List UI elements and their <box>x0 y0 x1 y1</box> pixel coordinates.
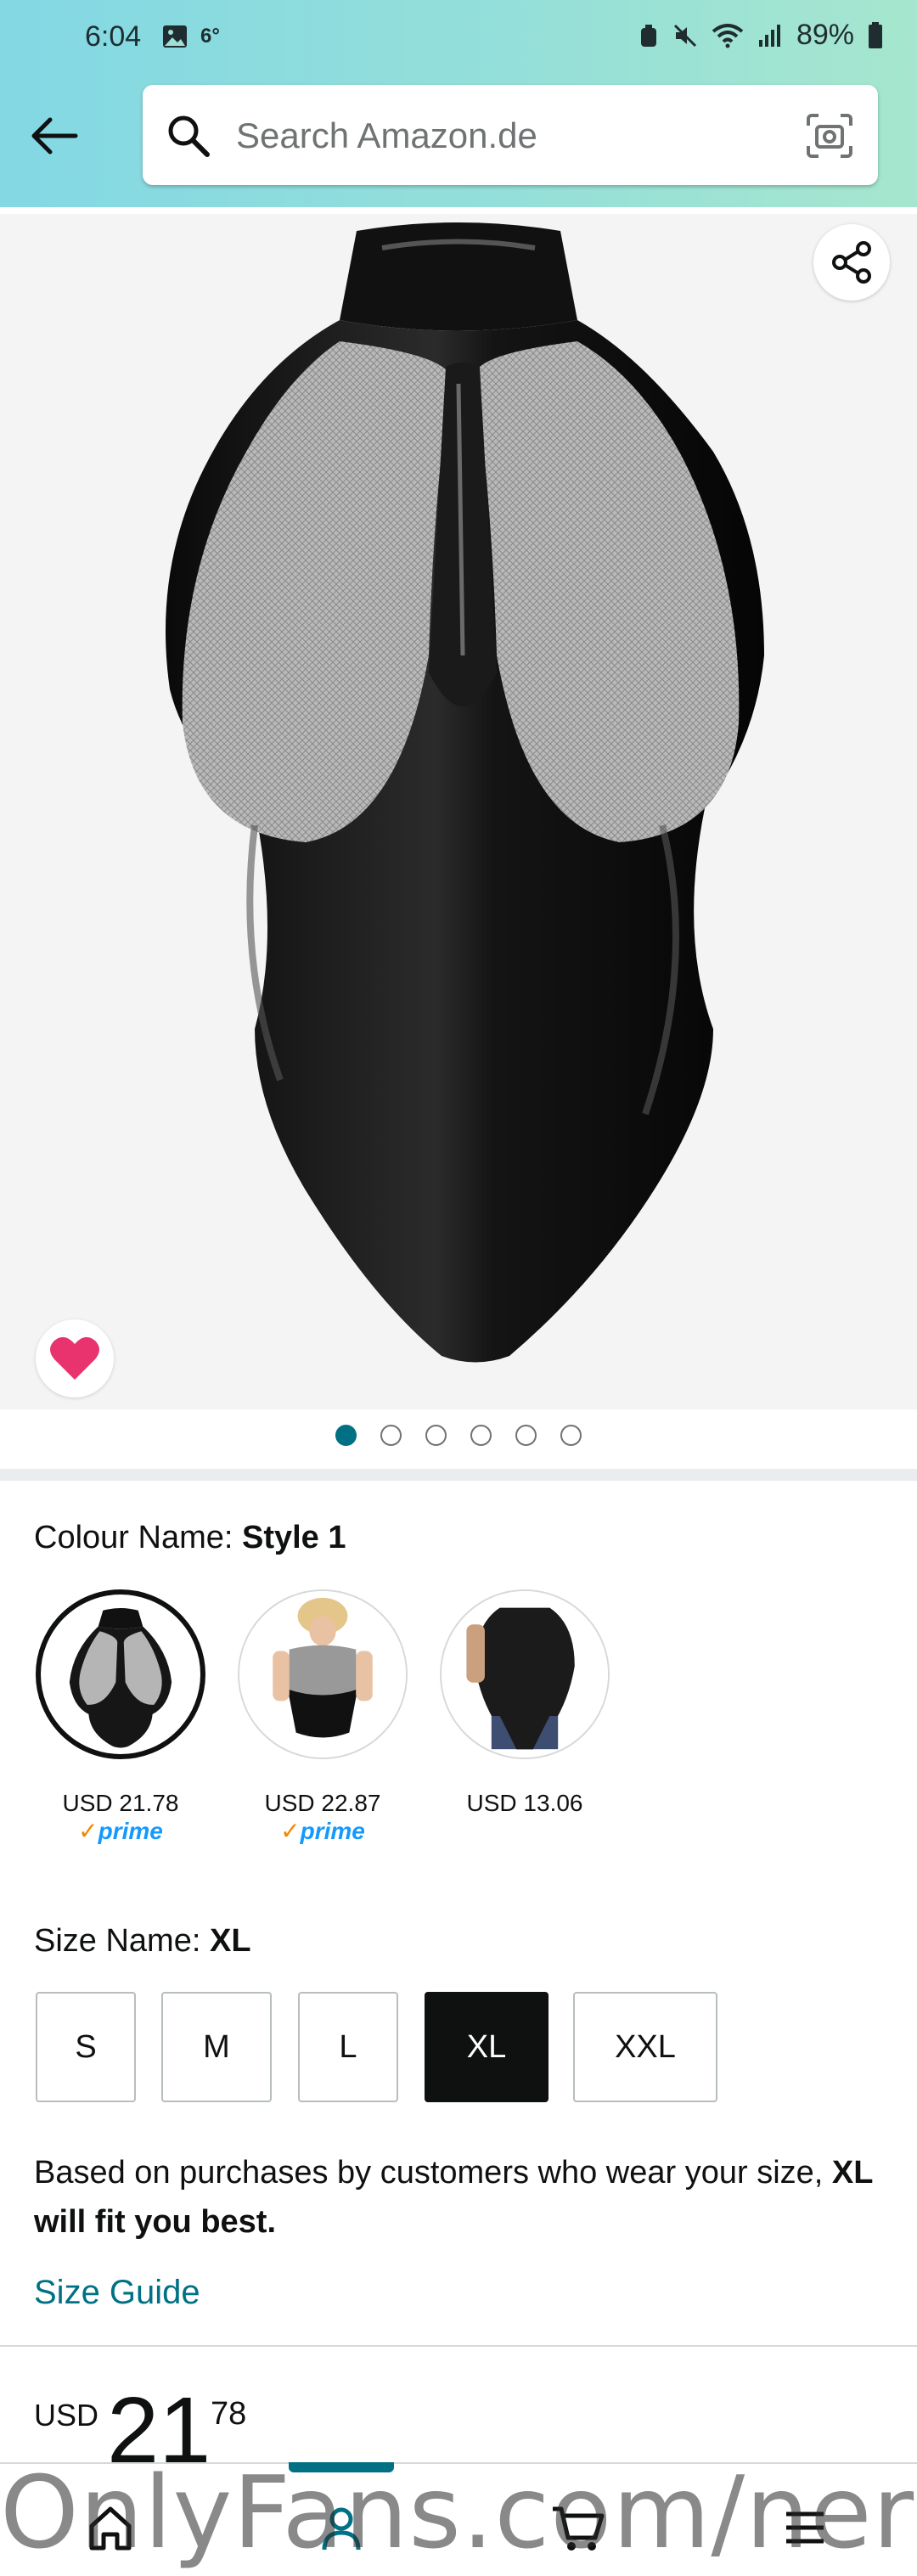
status-temperature: 6° <box>200 25 220 48</box>
camera-scan-icon <box>807 114 852 158</box>
colour-label: Colour Name: <box>34 1520 242 1555</box>
carousel-dots <box>0 1425 917 1446</box>
prime-badge: ✓prime <box>78 1818 163 1844</box>
swatch-thumbnail <box>69 1607 172 1748</box>
prime-label: prime <box>98 1818 163 1844</box>
carousel-dot[interactable] <box>380 1425 402 1446</box>
size-button-m[interactable]: M <box>161 1992 272 2102</box>
swatch-image <box>36 1589 205 1759</box>
status-bar: 6:04 6° 89% <box>0 0 917 82</box>
price-currency: USD <box>34 2398 99 2433</box>
watermark-text: OnlyFans.com/nerdy <box>0 2454 917 2571</box>
colour-heading: Colour Name: Style 1 <box>34 1520 346 1556</box>
wifi-icon <box>712 23 744 48</box>
back-button[interactable] <box>24 110 83 161</box>
size-guide-link[interactable]: Size Guide <box>34 2274 200 2312</box>
size-button-s[interactable]: S <box>36 1992 136 2102</box>
camera-search-button[interactable] <box>805 112 854 160</box>
search-input[interactable]: Search Amazon.de <box>143 85 878 185</box>
prime-badge: ✓prime <box>280 1818 365 1844</box>
size-label: Size Name: <box>34 1923 210 1959</box>
divider <box>0 2345 917 2347</box>
status-time: 6:04 <box>85 20 142 53</box>
carousel-dot[interactable] <box>470 1425 492 1446</box>
swatch-price: USD 21.78 <box>62 1790 179 1816</box>
wishlist-button[interactable] <box>36 1319 114 1398</box>
price-fraction: 78 <box>211 2396 247 2432</box>
heart-icon <box>50 1336 99 1380</box>
search-icon <box>168 115 210 157</box>
swatch-image <box>440 1589 610 1759</box>
alarm-icon <box>640 24 656 47</box>
top-header: 6:04 6° 89% Search Amazon.de <box>0 0 917 207</box>
size-selected-value: XL <box>209 1923 251 1959</box>
colour-selected-value: Style 1 <box>241 1520 346 1555</box>
carousel-dot[interactable] <box>425 1425 447 1446</box>
colour-swatch-style-1[interactable]: USD 21.78 ✓prime <box>36 1589 205 1845</box>
size-button-l[interactable]: L <box>298 1992 398 2102</box>
share-button[interactable] <box>813 224 890 301</box>
search-placeholder: Search Amazon.de <box>236 115 537 155</box>
colour-swatch-style-3[interactable]: USD 13.06 <box>440 1589 610 1817</box>
colour-swatch-style-2[interactable]: USD 22.87 ✓prime <box>238 1589 408 1845</box>
size-heading: Size Name: XL <box>34 1923 251 1960</box>
product-image <box>166 222 764 1363</box>
carousel-dot[interactable] <box>335 1425 357 1446</box>
swatch-thumbnail <box>442 1591 608 1758</box>
size-button-xl[interactable]: XL <box>425 1992 549 2102</box>
swatch-price: USD 13.06 <box>466 1790 583 1816</box>
carousel-dot[interactable] <box>560 1425 582 1446</box>
swatch-thumbnail <box>239 1591 406 1758</box>
status-left-icons: 6° <box>161 24 220 49</box>
prime-label: prime <box>300 1818 365 1844</box>
battery-percentage: 89% <box>796 19 854 51</box>
fit-recommendation: Based on purchases by customers who wear… <box>34 2148 875 2247</box>
arrow-left-icon <box>31 117 78 155</box>
swatch-image <box>238 1589 408 1759</box>
swatch-price: USD 22.87 <box>264 1790 381 1816</box>
battery-icon <box>869 21 882 48</box>
gallery-notification-icon <box>163 25 187 48</box>
product-image-gallery[interactable] <box>0 214 917 1409</box>
mute-icon <box>673 24 696 47</box>
size-button-xxl[interactable]: XXL <box>573 1992 717 2102</box>
signal-icon <box>758 24 780 47</box>
section-divider <box>0 1469 917 1481</box>
fit-recommendation-text: Based on purchases by customers who wear… <box>34 2155 832 2191</box>
share-icon <box>832 241 871 284</box>
carousel-dot[interactable] <box>515 1425 537 1446</box>
status-right-icons: 89% <box>639 19 883 52</box>
